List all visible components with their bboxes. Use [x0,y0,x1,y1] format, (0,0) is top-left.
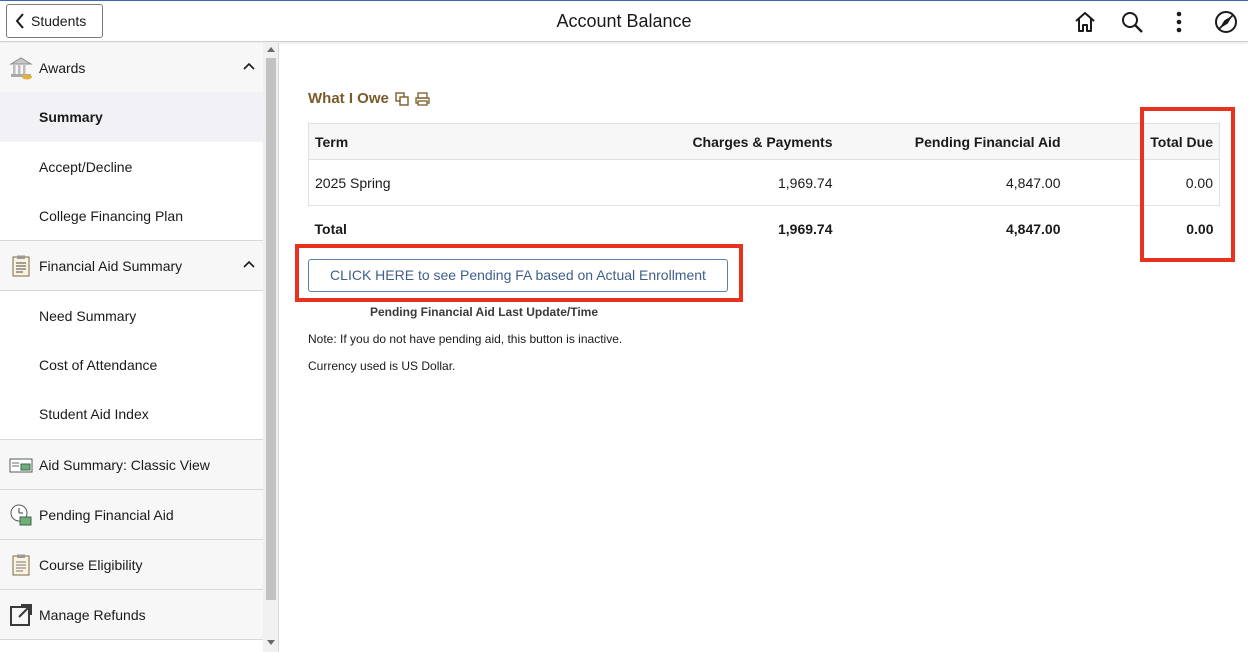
chevron-up-icon [243,62,255,70]
pending-button-highlight-box [295,244,743,302]
external-link-icon [10,604,32,626]
sidebar-item-summary[interactable]: Summary [0,92,263,142]
sidebar-link-label: Pending Financial Aid [39,506,174,523]
sidebar-section-label: Awards [39,59,86,76]
cell-total-pending-financial-aid: 4,847.00 [1006,220,1061,237]
what-i-owe-title: What I Owe [308,90,430,107]
currency-note: Currency used is US Dollar. [308,359,456,373]
chevron-left-icon [15,13,24,29]
back-to-students-button[interactable]: Students [6,4,103,38]
sidebar-item-pending-financial-aid[interactable]: Pending Financial Aid [0,490,263,540]
new-window-icon[interactable] [395,91,409,106]
cell-term: 2025 Spring [308,159,619,206]
sidebar-section-financial-aid-summary[interactable]: Financial Aid Summary [0,241,263,291]
chevron-up-icon [243,260,255,268]
pending-aid-last-update-label: Pending Financial Aid Last Update/Time [369,305,599,319]
table-row: 2025 Spring 1,969.74 4,847.00 0.00 [308,159,1220,206]
sidebar-item-student-aid-index[interactable]: Student Aid Index [0,389,263,439]
sidebar-item-college-financing-plan[interactable]: College Financing Plan [0,191,263,241]
cell-pending-financial-aid: 4,847.00 [838,159,1067,206]
column-header-pending-financial-aid: Pending Financial Aid [838,123,1067,160]
print-icon[interactable] [415,91,430,106]
column-header-charges-payments: Charges & Payments [618,123,839,160]
scrollbar-thumb[interactable] [266,58,276,600]
scroll-up-arrow-icon[interactable] [267,47,275,52]
section-title: What I Owe [308,90,389,107]
table-header-row: Term Charges & Payments Pending Financia… [308,123,1220,160]
sidebar-item-aid-summary-classic-view[interactable]: Aid Summary: Classic View [0,440,263,490]
sidebar-section-awards[interactable]: Awards [0,43,263,93]
pending-aid-icon [10,504,32,526]
sidebar-link-label: Manage Refunds [39,606,146,623]
sidebar-scrollbar[interactable] [263,43,279,652]
home-icon[interactable] [1073,10,1097,34]
navbar-compass-icon[interactable] [1214,10,1238,34]
search-icon[interactable] [1120,10,1144,34]
bank-icon [9,57,33,80]
sidebar-link-label: Course Eligibility [39,556,143,573]
cell-charges-payments: 1,969.74 [618,159,839,206]
sidebar-item-cost-of-attendance[interactable]: Cost of Attendance [0,340,263,390]
page-title: Account Balance [556,11,692,31]
total-due-highlight-box [1140,107,1235,262]
sidebar-item-manage-refunds[interactable]: Manage Refunds [0,590,263,640]
classic-view-icon [9,458,33,473]
column-header-term: Term [308,123,619,160]
sidebar-item-course-eligibility[interactable]: Course Eligibility [0,540,263,590]
sidebar-item-need-summary[interactable]: Need Summary [0,291,263,341]
back-button-label: Students [31,13,87,29]
pending-aid-note: Note: If you do not have pending aid, th… [308,332,623,346]
sidebar-section-label: Financial Aid Summary [39,257,183,274]
sidebar-nav: Awards Summary Accept/Decline College Fi… [0,43,263,652]
more-options-icon[interactable] [1167,10,1191,34]
scroll-down-arrow-icon[interactable] [267,640,275,645]
what-i-owe-table: Term Charges & Payments Pending Financia… [308,123,1220,252]
app-header: Students Account Balance [0,0,1248,42]
clipboard-list-icon [12,255,30,277]
clipboard-icon [12,554,30,576]
sidebar-item-accept-decline[interactable]: Accept/Decline [0,142,263,192]
sidebar-link-label: Aid Summary: Classic View [39,456,210,473]
